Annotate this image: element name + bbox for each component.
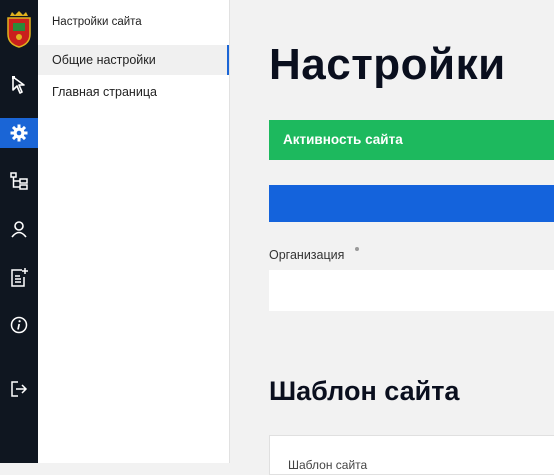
sidebar-item-home-page[interactable]: Главная страница xyxy=(38,77,229,107)
sidebar-header: Настройки сайта xyxy=(52,16,142,28)
icon-rail xyxy=(0,0,38,463)
coat-of-arms-logo[interactable] xyxy=(4,8,34,48)
document-add-icon[interactable] xyxy=(0,262,38,292)
settings-sidebar: Настройки сайта Общие настройки Главная … xyxy=(38,0,230,463)
user-icon[interactable] xyxy=(0,214,38,244)
template-panel: Шаблон сайта xyxy=(269,435,554,475)
section-title-template: Шаблон сайта xyxy=(269,376,460,406)
tree-structure-icon[interactable] xyxy=(0,166,38,196)
required-marker xyxy=(355,247,359,251)
gear-icon[interactable] xyxy=(0,118,38,148)
info-icon[interactable] xyxy=(0,310,38,340)
blue-action-bar[interactable] xyxy=(269,185,554,222)
organization-input[interactable] xyxy=(269,270,554,311)
template-panel-label: Шаблон сайта xyxy=(288,458,368,472)
main-content: Настройки Активность сайта Организация Ш… xyxy=(230,0,554,475)
cursor-icon[interactable] xyxy=(0,70,38,100)
sidebar-item-general-settings[interactable]: Общие настройки xyxy=(38,45,229,75)
logout-icon[interactable] xyxy=(0,374,38,404)
organization-label: Организация xyxy=(269,248,345,262)
site-activity-toggle[interactable]: Активность сайта xyxy=(269,120,554,160)
page-title: Настройки xyxy=(269,40,506,89)
